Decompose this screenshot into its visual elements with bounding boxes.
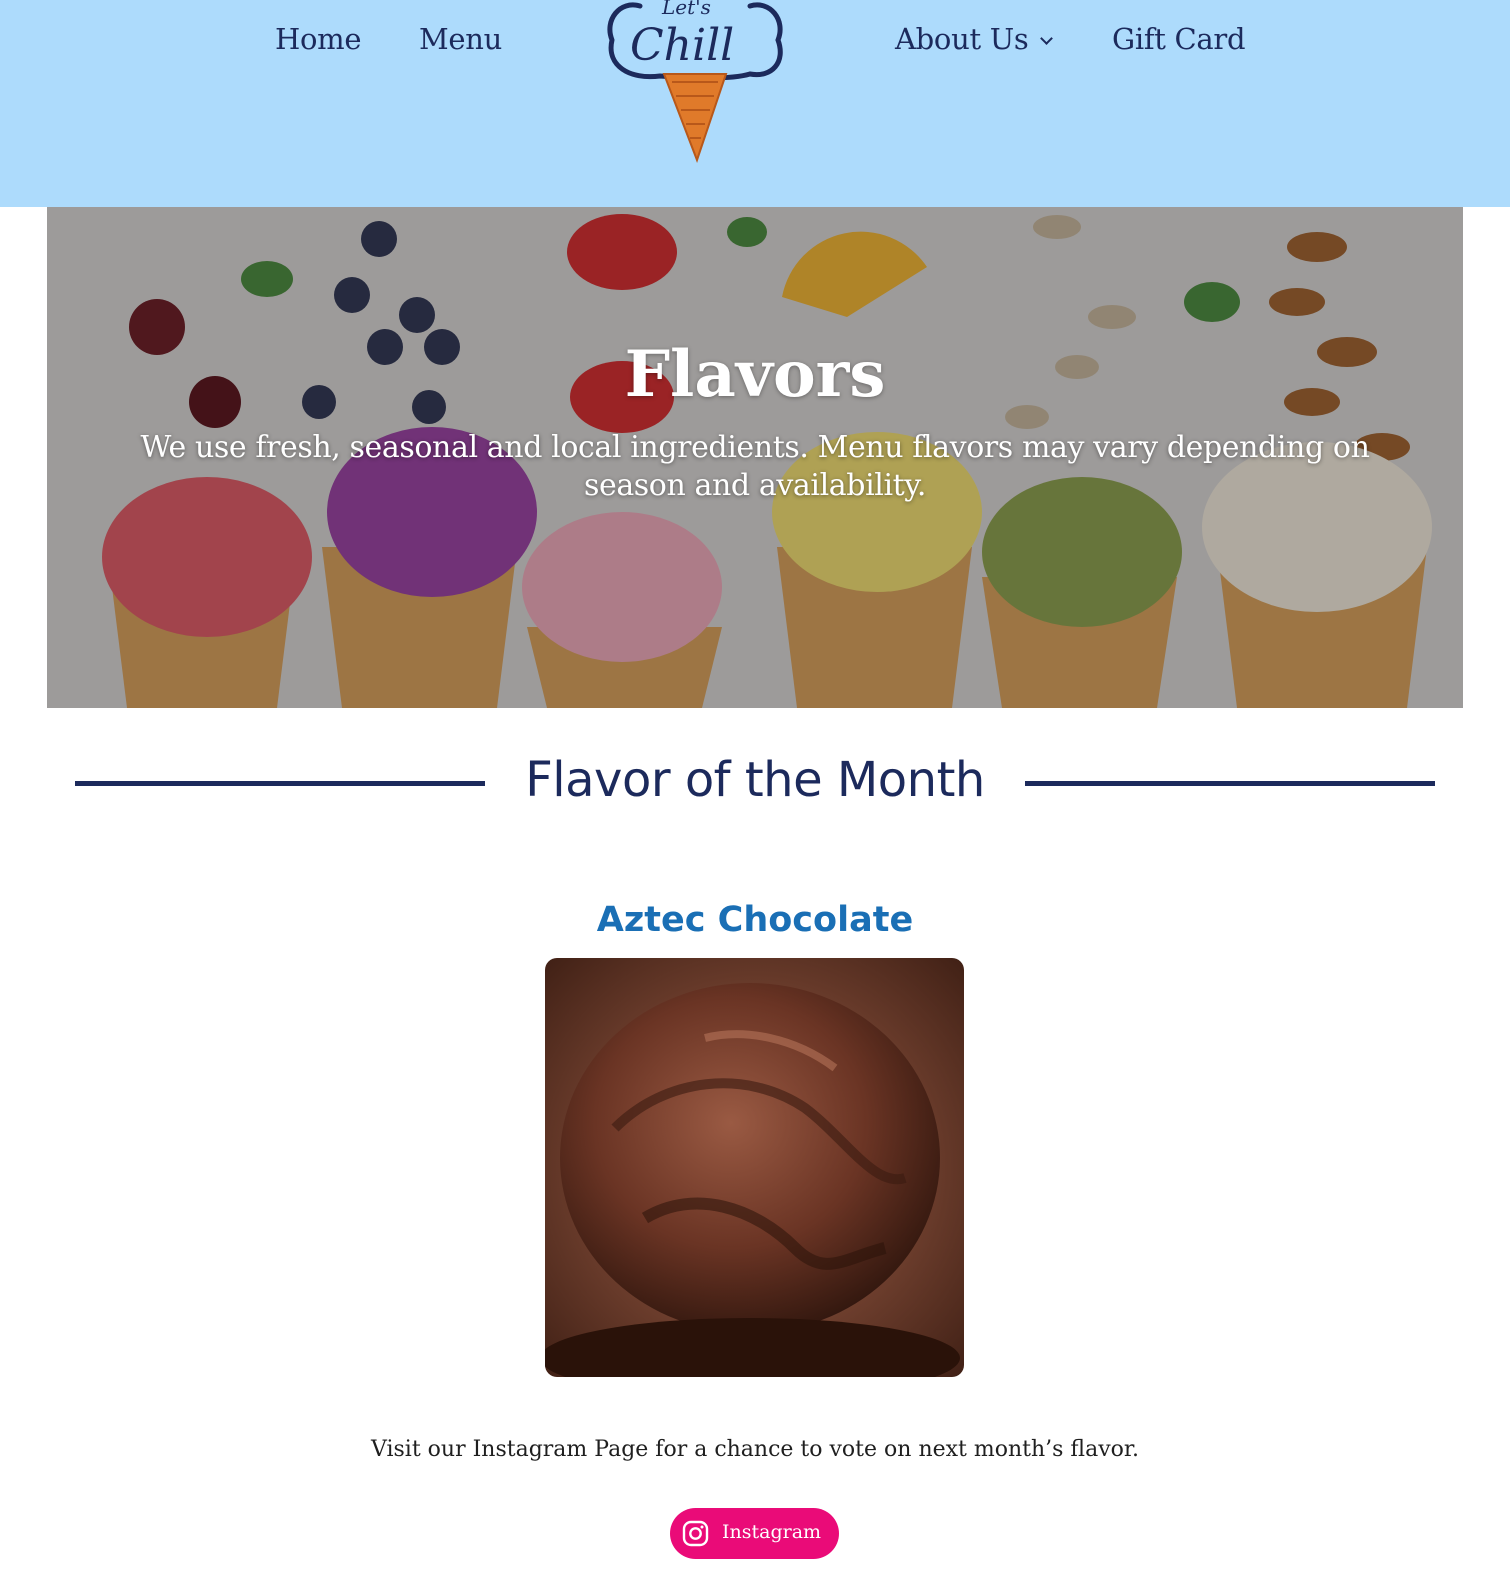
svg-text:Chill: Chill — [630, 20, 734, 71]
instagram-icon — [682, 1520, 709, 1547]
nav-gift-card-link[interactable]: Gift Card — [1112, 22, 1246, 56]
chevron-down-icon — [1040, 31, 1054, 45]
heading-divider-right — [1025, 781, 1435, 786]
instagram-button-label: Instagram — [722, 1521, 822, 1543]
nav-about-label: About Us — [895, 22, 1029, 56]
nav-menu-link[interactable]: Menu — [419, 22, 502, 56]
hero-banner: Flavors We use fresh, seasonal and local… — [47, 207, 1463, 708]
heading-divider-left — [75, 781, 485, 786]
flavor-name: Aztec Chocolate — [596, 900, 914, 940]
site-header: Home Menu Chill Let's About Us Gift Card — [0, 0, 1510, 207]
nav-home-link[interactable]: Home — [275, 22, 362, 56]
instagram-button[interactable]: Instagram — [670, 1508, 839, 1559]
hero-subtitle: We use fresh, seasonal and local ingredi… — [140, 430, 1370, 503]
svg-text:Let's: Let's — [661, 0, 711, 19]
flavor-photo — [545, 958, 964, 1377]
flavor-of-month-heading: Flavor of the Month — [525, 752, 985, 808]
nav-about-link[interactable]: About Us — [895, 22, 1054, 56]
instagram-vote-text: Visit our Instagram Page for a chance to… — [370, 1437, 1139, 1462]
logo[interactable]: Chill Let's — [600, 0, 790, 165]
hero-title: Flavors — [624, 337, 886, 412]
